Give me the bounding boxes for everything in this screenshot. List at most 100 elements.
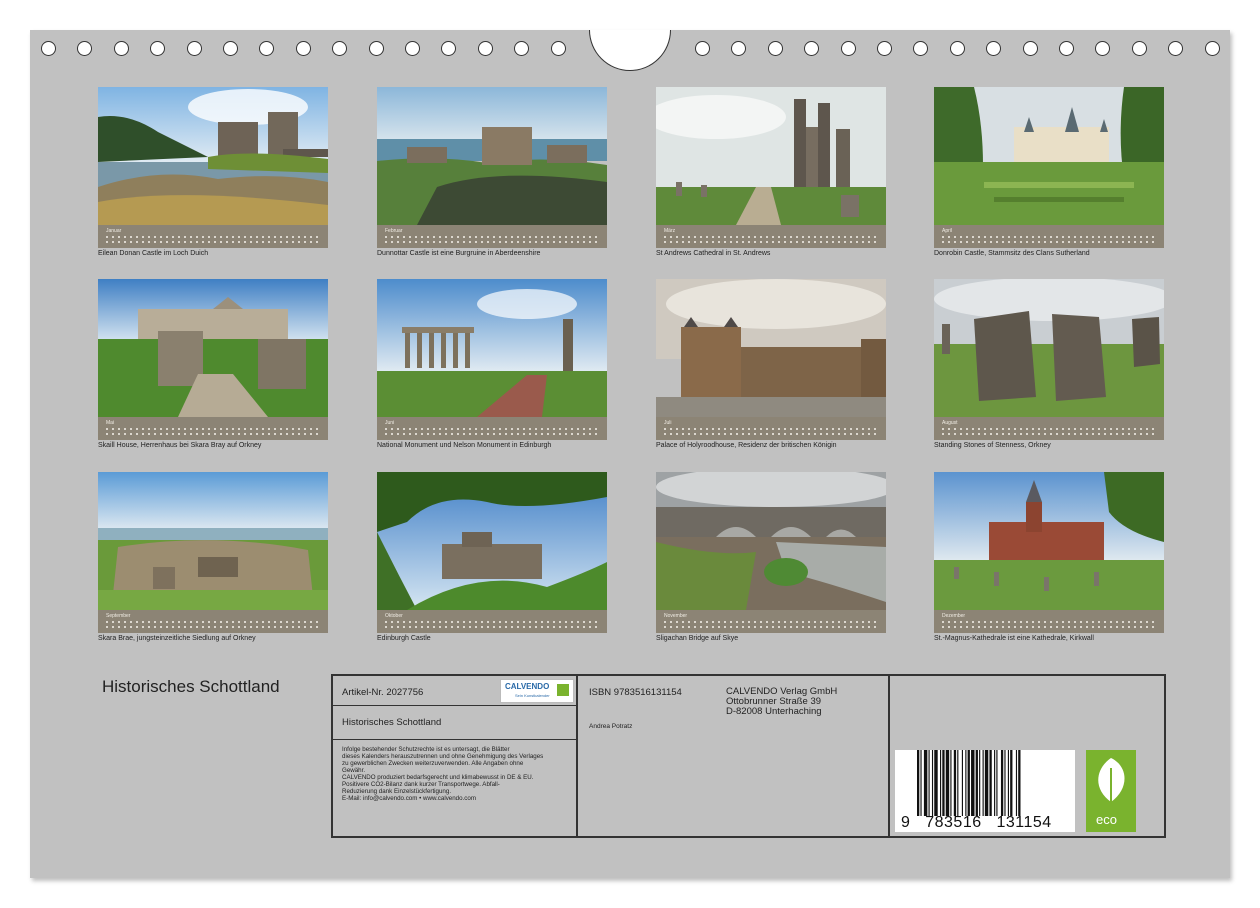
photo-edinburgh-castle — [377, 472, 607, 610]
binding-hole — [695, 41, 710, 56]
binding-hole — [1095, 41, 1111, 56]
leaf-icon — [1098, 758, 1125, 802]
binding-hole — [840, 41, 856, 56]
eco-label: eco — [1096, 812, 1117, 827]
binding-hole — [1131, 41, 1147, 56]
month-calendar-strip: Mai — [98, 417, 328, 440]
photo-dunnottar — [377, 87, 607, 225]
binding-hole — [949, 41, 965, 56]
photo-caption: Eilean Donan Castle im Loch Duich — [98, 250, 209, 257]
info-box-middle: ISBN 9783516131154 Andrea Potratz CALVEN… — [576, 674, 890, 838]
month-label: Juni — [385, 420, 395, 426]
barcode-bars — [917, 750, 1021, 816]
photo-eilean-donan — [98, 87, 328, 225]
info-box-right: 9 783516 131154 eco — [888, 674, 1166, 838]
legal-line: dieses Kalenders herauszutrennen und ohn… — [342, 753, 544, 760]
legal-line: Gewähr. — [342, 767, 366, 774]
publisher-address: CALVENDO Verlag GmbH Ottobrunner Straße … — [726, 687, 837, 717]
binding-hole — [368, 41, 384, 56]
month-label: März — [664, 228, 676, 234]
binding-hole — [186, 41, 202, 56]
binding-hole — [550, 41, 566, 56]
month-label: September — [106, 613, 131, 619]
article-number: Artikel-Nr. 2027756 — [342, 687, 424, 698]
photo-holyroodhouse — [656, 279, 886, 417]
photo-standing-stones — [934, 279, 1164, 417]
publisher-line: D-82008 Unterhaching — [726, 706, 822, 717]
photo-skaill-house — [98, 279, 328, 417]
binding-hole — [441, 41, 457, 56]
month-label: April — [942, 228, 953, 234]
legal-line: Positivere CO2-Bilanz dank kurzer Transp… — [342, 781, 500, 788]
photo-st-magnus — [934, 472, 1164, 610]
month-calendar-strip: Februar — [377, 225, 607, 248]
legal-line: E-Mail: info@calvendo.com • www.calvendo… — [342, 795, 476, 802]
binding-hole — [804, 41, 820, 56]
photo-skara-brae — [98, 472, 328, 610]
photo-caption: National Monument und Nelson Monument in… — [377, 442, 552, 449]
binding-hole — [986, 41, 1002, 56]
binding-hole — [223, 41, 238, 56]
binding-hole — [1022, 41, 1038, 56]
calendar-title: Historisches Schottland — [102, 677, 280, 696]
calvendo-logo-icon — [557, 684, 569, 696]
photo-caption: Sligachan Bridge auf Skye — [656, 635, 739, 642]
photo-caption: Dunnottar Castle ist eine Burgruine in A… — [377, 250, 541, 257]
month-calendar-strip: August — [934, 417, 1164, 440]
photo-caption: Standing Stones of Stenness, Orkney — [934, 442, 1051, 449]
product-title: Historisches Schottland — [342, 717, 442, 728]
barcode: 9 783516 131154 — [895, 750, 1075, 832]
author: Andrea Potratz — [589, 723, 633, 730]
calvendo-logo: CALVENDO Sein Kunstkalender — [500, 679, 574, 703]
binding-hole — [259, 41, 275, 56]
binding-hole — [332, 41, 348, 56]
month-label: Februar — [385, 228, 403, 234]
binding-hole — [113, 41, 129, 56]
binding-hole — [1204, 41, 1220, 56]
barcode-number: 9 783516 131154 — [901, 814, 1052, 831]
isbn: ISBN 9783516131154 — [589, 687, 682, 698]
binding-hole — [913, 41, 929, 56]
month-calendar-strip: Juli — [656, 417, 886, 440]
month-label: Januar — [106, 228, 122, 234]
month-calendar-strip: März — [656, 225, 886, 248]
month-label: Oktober — [385, 613, 403, 619]
month-label: August — [942, 420, 958, 426]
eco-badge: eco — [1086, 750, 1136, 832]
photo-caption: Palace of Holyroodhouse, Residenz der br… — [656, 442, 837, 449]
legal-line: zu gewerblichen Zwecken weiterzuverwende… — [342, 760, 524, 767]
brand-sub: Sein Kunstkalender — [515, 693, 550, 698]
binding-hole — [1059, 41, 1074, 56]
month-label: Mai — [106, 420, 115, 426]
legal-line: Reduzierung dank Einzelstückfertigung. — [342, 788, 452, 795]
brand-name: CALVENDO — [505, 682, 550, 691]
month-label: Dezember — [942, 613, 966, 619]
binding-hole — [1168, 41, 1184, 56]
binding-hole — [295, 41, 311, 56]
binding-hole — [731, 41, 747, 56]
month-calendar-strip: Oktober — [377, 610, 607, 633]
binding-hole — [477, 41, 493, 56]
photo-caption: St.-Magnus-Kathedrale ist eine Kathedral… — [934, 635, 1094, 642]
month-calendar-strip: Dezember — [934, 610, 1164, 633]
legal-line: CALVENDO produziert bedarfsgerecht und k… — [342, 774, 534, 781]
month-calendar-strip: April — [934, 225, 1164, 248]
info-box-left: Artikel-Nr. 2027756 CALVENDO Sein Kunstk… — [331, 674, 578, 838]
binding-hole — [405, 41, 420, 56]
photo-dunrobin — [934, 87, 1164, 225]
photo-caption: Skara Brae, jungsteinzeitliche Siedlung … — [98, 635, 256, 642]
binding-hole — [41, 41, 56, 56]
photo-caption: Edinburgh Castle — [377, 635, 431, 642]
photo-national-monument — [377, 279, 607, 417]
month-calendar-strip: Januar — [98, 225, 328, 248]
photo-st-andrews — [656, 87, 886, 225]
legal-notice: Infolge bestehender Schutzrechte ist es … — [342, 746, 574, 802]
month-calendar-strip: November — [656, 610, 886, 633]
photo-caption: St Andrews Cathedral in St. Andrews — [656, 250, 771, 257]
month-label: November — [664, 613, 688, 619]
month-calendar-strip: September — [98, 610, 328, 633]
binding-hole — [514, 41, 530, 56]
photo-caption: Donrobin Castle, Stammsitz des Clans Sut… — [934, 250, 1090, 257]
photo-sligachan-bridge — [656, 472, 886, 610]
binding-hole — [150, 41, 166, 56]
